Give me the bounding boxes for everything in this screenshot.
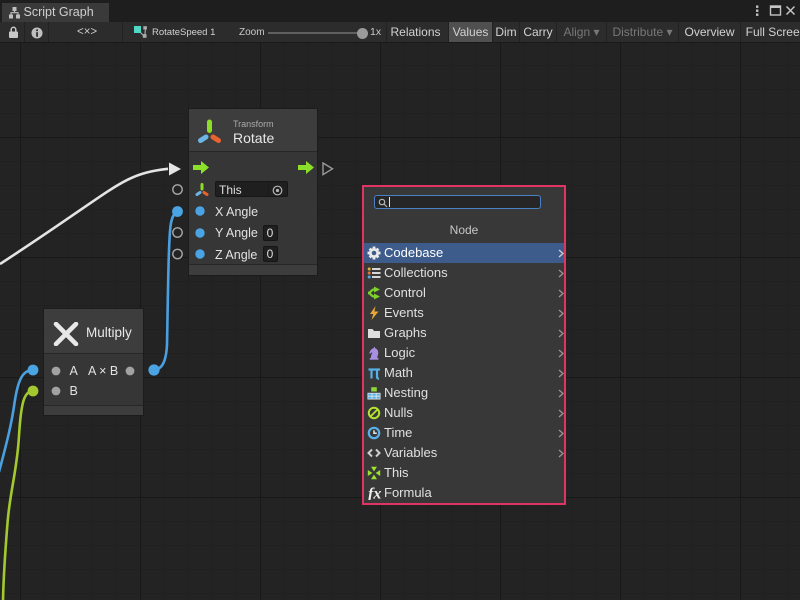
svg-text:fx: fx [368,486,381,500]
